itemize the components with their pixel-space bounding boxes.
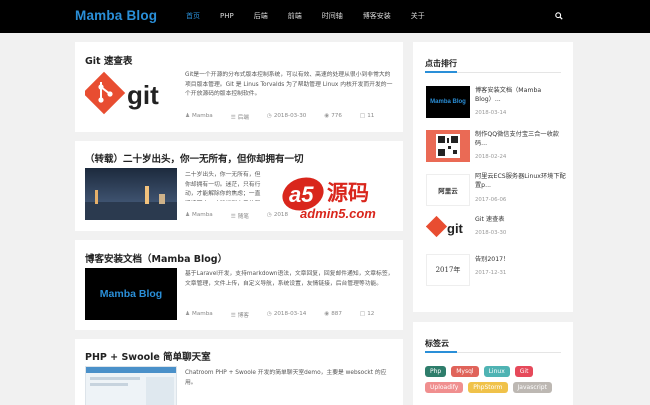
tag-php[interactable]: Php [425,366,447,377]
chat-screenshot-image [86,367,176,405]
user-icon: ♟ [185,311,191,317]
git-logo-icon: git [85,71,159,115]
tag-javascript[interactable]: Javascript [512,382,552,393]
clock-icon: ◷ [266,113,272,119]
post-thumbnail-mamba[interactable]: Mamba Blog [85,268,177,320]
rank-item-title[interactable]: Git 速查表 [475,215,567,224]
post-author[interactable]: Mamba [192,212,213,218]
post-category[interactable]: 随笔 [238,214,249,220]
tag-mysql[interactable]: Mysql [451,366,479,377]
widget-title-accent [425,71,457,73]
post-excerpt: 基于Laravel开发，支持markdown语法，文章回复，回复邮件通知，文章标… [185,271,394,287]
post-author[interactable]: Mamba [192,113,213,119]
git-logo-icon: git [426,215,464,238]
svg-text:git: git [447,221,464,236]
rank-item-date: 2017-12-31 [475,270,507,276]
post-category[interactable]: 后端 [238,115,249,121]
rank-thumbnail[interactable]: Mamba Blog [426,86,470,118]
thumbnail-label: 2017年 [435,266,461,274]
post-meta: ♟ Mamba ☰ 博客 ◷ 2018-03-14 ◉ 887 □ 12 [185,311,392,319]
rank-item-title[interactable]: 制作QQ微信支付宝三合一收款码... [475,130,567,148]
clock-icon: ◷ [266,212,272,218]
eye-icon: ◉ [324,311,330,317]
watermark-site: admin5.com [300,206,376,221]
watermark-cn: 源码 [327,181,369,205]
rank-item-date: 2018-03-30 [475,230,507,236]
rank-item-title[interactable]: 阿里云ECS服务器Linux环境下配置p... [475,172,567,190]
post-title[interactable]: （转载）二十岁出头，你一无所有，但你却拥有一切 [85,151,304,165]
post-excerpt: Chatroom PHP + Swoole 开发的简单聊天室demo，主要是 w… [185,370,387,386]
post-meta: ♟ Mamba ☰ 后端 ◷ 2018-03-30 ◉ 776 □ 11 [185,113,392,121]
post-title[interactable]: PHP + Swoole 简单聊天室 [85,349,211,363]
widget-title: 标签云 [425,339,449,348]
nav-item-install[interactable]: 博客安装 [363,0,391,33]
rank-thumbnail[interactable]: 阿里云 [426,174,470,206]
rank-thumbnail[interactable] [426,130,470,162]
rank-thumbnail[interactable]: git [426,212,470,244]
post-author[interactable]: Mamba [192,311,213,317]
rank-item-title[interactable]: 告别2017！ [475,255,567,264]
svg-text:git: git [127,80,159,110]
popular-posts-widget: 点击排行 Mamba Blog 博客安装文档（Mamba Blog）... 20… [413,42,573,312]
rank-item-date: 2018-02-24 [475,154,507,160]
tag-phpstorm[interactable]: PhpStorm [468,382,508,393]
site-logo[interactable]: Mamba Blog [75,8,157,23]
post-title[interactable]: Git 速查表 [85,53,132,67]
widget-title: 点击排行 [425,59,457,68]
category-icon: ☰ [230,313,236,319]
nav-item-timeline[interactable]: 时间轴 [322,0,343,33]
post-comments[interactable]: 12 [367,311,374,317]
thumbnail-label: Mamba Blog [99,288,163,300]
nav-item-about[interactable]: 关于 [411,0,425,33]
tag-git[interactable]: Git [514,366,534,377]
post-thumbnail-chat[interactable] [85,366,177,405]
post-card: Git 速查表 git Git是一个开源的分布式版本控制系统，可以有效、高速的处… [75,42,403,132]
post-excerpt: Git是一个开源的分布式版本控制系统，可以有效、高速的处理从很小到非常大的项目版… [185,72,393,97]
post-thumbnail-photo[interactable] [85,168,177,220]
qr-code-icon [436,134,460,158]
clock-icon: ◷ [266,311,272,317]
tag-uploadify[interactable]: Uploadify [425,382,464,393]
widget-title-accent [425,351,457,353]
watermark-brand: a5 [289,182,314,207]
eye-icon: ◉ [324,113,330,119]
tag-linux[interactable]: Linux [483,366,510,377]
a5-watermark-logo: a5 源码 admin5.com [282,177,376,221]
watermark: a5 源码 admin5.com [280,170,405,222]
tag-list: Php Mysql Linux Git Uploadify PhpStorm J… [425,366,565,398]
post-card: 博客安装文档（Mamba Blog） Mamba Blog 基于Laravel开… [75,240,403,330]
rank-item-date: 2017-06-06 [475,197,507,203]
photo-thumbnail-image [85,168,177,220]
nav-item-home[interactable]: 首页 [186,0,200,33]
thumbnail-label: Mamba Blog [430,99,466,105]
post-views: 776 [331,113,342,119]
post-category[interactable]: 博客 [238,313,249,319]
user-icon: ♟ [185,113,191,119]
post-thumbnail-git[interactable]: git [85,70,177,122]
comment-icon: □ [359,113,366,119]
post-date: 2018-03-14 [273,311,307,317]
post-date: 2018-03-30 [273,113,307,119]
post-excerpt: 二十岁出头，你一无所有，但你却拥有一切。迷茫，只有行动，才能解除你的焦虑；一直坚… [185,172,261,201]
nav-item-backend[interactable]: 后端 [254,0,268,33]
nav-item-php[interactable]: PHP [220,0,234,33]
user-icon: ♟ [185,212,191,218]
top-nav-bar: Mamba Blog 首页 PHP 后端 前端 时间轴 博客安装 关于 [0,0,650,33]
search-icon[interactable] [555,12,563,20]
rank-item-date: 2018-03-14 [475,110,507,116]
post-card: PHP + Swoole 简单聊天室 Chatroom PHP + Swoole… [75,339,403,405]
comment-icon: □ [359,311,366,317]
thumbnail-label: 阿里云 [438,187,458,195]
post-views: 887 [331,311,342,317]
post-title[interactable]: 博客安装文档（Mamba Blog） [85,251,227,265]
category-icon: ☰ [230,115,236,121]
post-list: Git 速查表 git Git是一个开源的分布式版本控制系统，可以有效、高速的处… [75,42,403,405]
category-icon: ☰ [230,214,236,220]
rank-item-title[interactable]: 博客安装文档（Mamba Blog）... [475,86,567,104]
tag-cloud-widget: 标签云 Php Mysql Linux Git Uploadify PhpSto… [413,322,573,405]
main-nav: 首页 PHP 后端 前端 时间轴 博客安装 关于 [186,0,445,33]
rank-thumbnail[interactable]: 2017年 [426,254,470,286]
nav-item-frontend[interactable]: 前端 [288,0,302,33]
post-comments[interactable]: 11 [367,113,374,119]
